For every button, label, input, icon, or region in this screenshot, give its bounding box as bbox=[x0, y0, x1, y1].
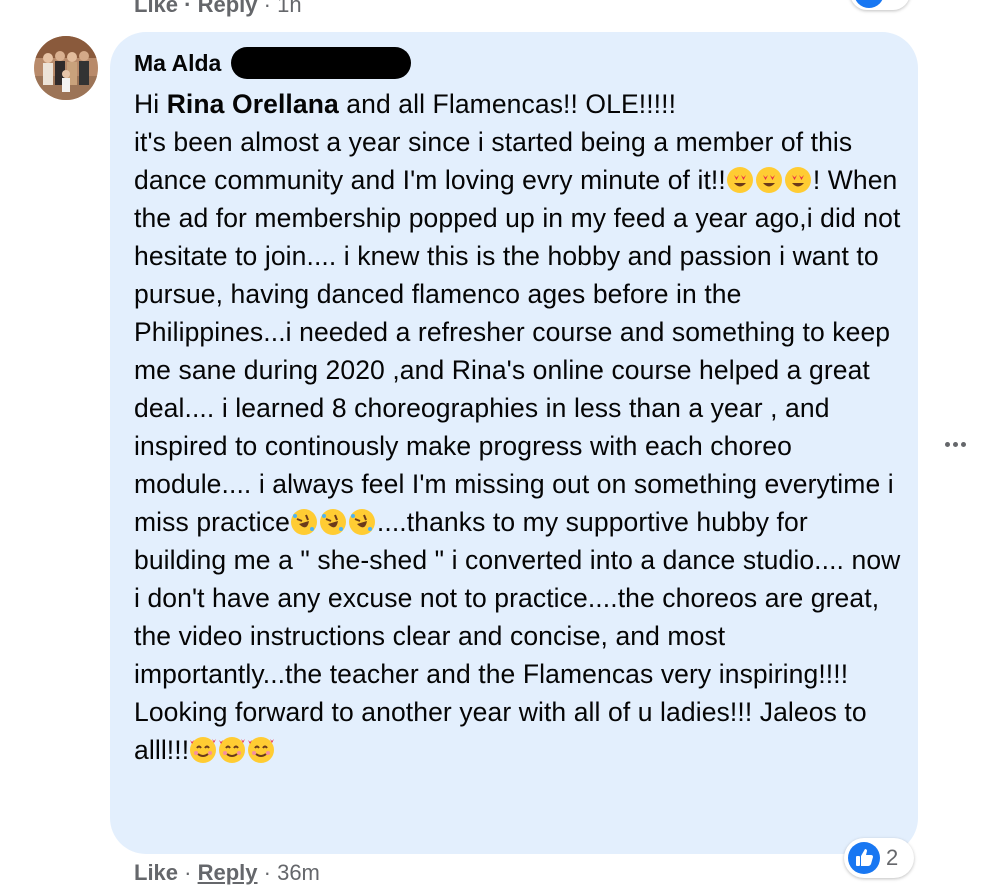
rolling-laughing-emoji bbox=[290, 509, 317, 535]
smiling-hearts-emoji bbox=[219, 737, 246, 763]
reply-link[interactable]: Reply bbox=[198, 0, 258, 17]
more-dot-icon bbox=[944, 441, 950, 447]
avatar[interactable] bbox=[34, 36, 98, 100]
smiling-hearts-emoji bbox=[248, 737, 275, 763]
previous-comment-actions: Like · Reply · 1h bbox=[134, 0, 302, 18]
like-icon bbox=[848, 842, 880, 874]
reply-link[interactable]: Reply bbox=[198, 860, 258, 885]
more-options-button[interactable] bbox=[938, 430, 972, 458]
separator: · bbox=[257, 0, 278, 17]
heart-eyes-emoji bbox=[755, 167, 782, 193]
redaction-bar bbox=[231, 47, 412, 79]
separator: · bbox=[178, 860, 198, 885]
more-dot-icon bbox=[952, 441, 958, 447]
author-name[interactable]: Ma Alda bbox=[134, 50, 221, 77]
timestamp[interactable]: 1h bbox=[277, 0, 301, 17]
smiling-hearts-emoji-group bbox=[189, 735, 276, 765]
comment-header: Ma Alda bbox=[134, 46, 412, 80]
comment-text-part-2: ! When the ad for membership popped up i… bbox=[134, 165, 908, 537]
comment-body: Hi Rina Orellana and all Flamencas!! OLE… bbox=[134, 85, 904, 769]
like-icon bbox=[855, 0, 883, 8]
heart-eyes-emoji bbox=[784, 167, 811, 193]
like-link[interactable]: Like bbox=[134, 0, 178, 17]
rolling-laughing-emoji-group bbox=[290, 507, 377, 537]
heart-eyes-emoji bbox=[726, 167, 753, 193]
smiling-hearts-emoji bbox=[190, 737, 217, 763]
like-link[interactable]: Like bbox=[134, 860, 178, 885]
mention-link[interactable]: Rina Orellana bbox=[167, 89, 339, 119]
separator: · bbox=[257, 860, 278, 885]
separator: · bbox=[178, 0, 198, 17]
reaction-count: 2 bbox=[886, 845, 899, 870]
previous-reaction-pill[interactable] bbox=[850, 0, 910, 10]
greeting-prefix: Hi bbox=[134, 89, 167, 119]
comment-actions: Like · Reply · 36m bbox=[134, 860, 320, 886]
rolling-laughing-emoji bbox=[319, 509, 346, 535]
reaction-summary[interactable]: 2 bbox=[844, 838, 914, 878]
more-dot-icon bbox=[960, 441, 966, 447]
heart-eyes-emoji-group bbox=[726, 165, 813, 195]
rolling-laughing-emoji bbox=[348, 509, 375, 535]
comment-text-part-3: ....thanks to my supportive hubby for bu… bbox=[134, 507, 908, 765]
timestamp[interactable]: 36m bbox=[277, 860, 320, 885]
avatar-photo bbox=[34, 36, 98, 100]
